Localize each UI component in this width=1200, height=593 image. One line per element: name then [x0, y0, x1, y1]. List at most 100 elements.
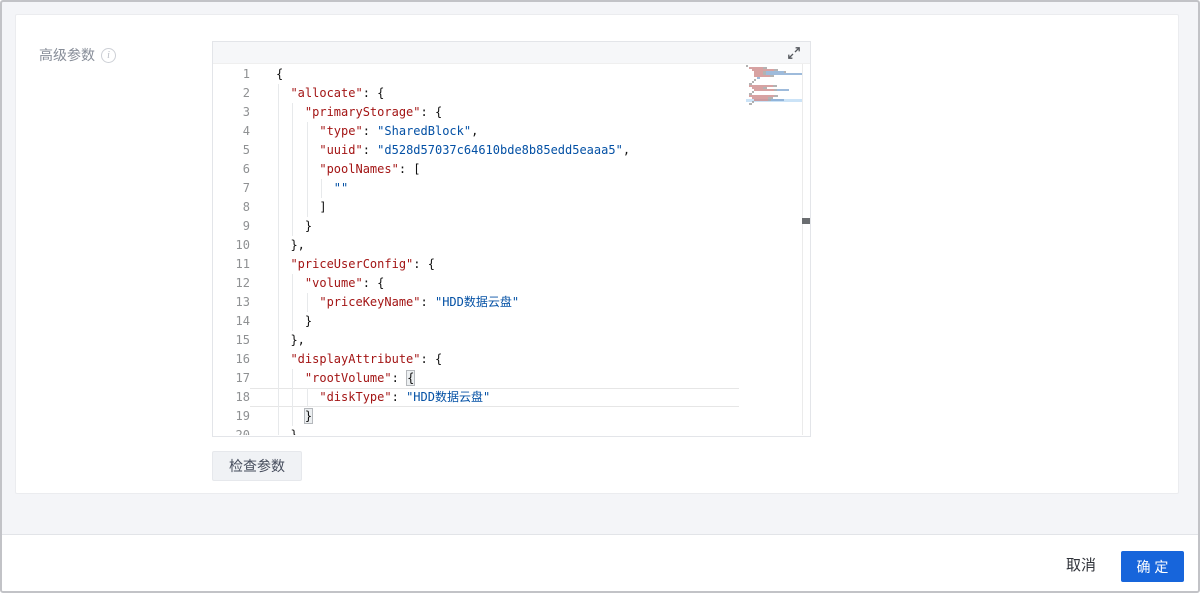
indent-guide: [292, 369, 293, 388]
overview-ruler-scrollbar[interactable]: [802, 64, 810, 435]
code-lines: { "allocate": { "primaryStorage": { "typ…: [276, 65, 739, 435]
token: "priceKeyName": [319, 295, 420, 309]
token: ,: [623, 143, 630, 157]
dialog-footer: 取消 确 定: [2, 535, 1198, 591]
code-line: "poolNames": [: [276, 160, 739, 179]
indent-guide: [292, 179, 293, 198]
indent-guide: [278, 369, 279, 388]
advanced-parameters-field: 高级参数 i: [39, 45, 116, 65]
token: "type": [319, 124, 362, 138]
dialog-content-panel: 高级参数 i 1234567891011121314151617181920 {: [15, 14, 1179, 494]
indent-guide: [278, 274, 279, 293]
indent-guide: [307, 141, 308, 160]
indent-guide: [278, 217, 279, 236]
token: {: [276, 67, 283, 81]
code-line: "priceKeyName": "HDD数据云盘": [276, 293, 739, 312]
token: "d528d57037c64610bde8b85edd5eaaa5": [377, 143, 623, 157]
indent-guide: [278, 160, 279, 179]
token: :: [392, 390, 406, 404]
code-line: "volume": {: [276, 274, 739, 293]
line-number: 5: [213, 141, 276, 160]
indent-guide: [278, 293, 279, 312]
indent-guide: [292, 122, 293, 141]
token: :: [363, 143, 377, 157]
code-line: }: [276, 407, 739, 426]
code-line: },: [276, 236, 739, 255]
cancel-button[interactable]: 取消: [1066, 554, 1096, 575]
indent-guide: [292, 274, 293, 293]
line-number: 14: [213, 312, 276, 331]
info-icon[interactable]: i: [101, 48, 116, 63]
line-number: 16: [213, 350, 276, 369]
token: "volume": [305, 276, 363, 290]
confirm-button[interactable]: 确 定: [1121, 551, 1184, 582]
check-parameters-button[interactable]: 检查参数: [212, 451, 302, 481]
indent-guide: [292, 407, 293, 426]
token: : [: [399, 162, 421, 176]
code-line: },: [276, 331, 739, 350]
code-line: }: [276, 217, 739, 236]
code-line: "type": "SharedBlock",: [276, 122, 739, 141]
indent-guide: [292, 388, 293, 407]
code-line: "": [276, 179, 739, 198]
token: : {: [363, 276, 385, 290]
line-number: 13: [213, 293, 276, 312]
indent-guide: [307, 179, 308, 198]
indent-guide: [278, 255, 279, 274]
code-line: },: [276, 426, 739, 435]
line-number: 8: [213, 198, 276, 217]
token: "primaryStorage": [305, 105, 421, 119]
token: "allocate": [290, 86, 362, 100]
code-line: "primaryStorage": {: [276, 103, 739, 122]
token: }: [305, 314, 312, 328]
line-number: 6: [213, 160, 276, 179]
line-number-gutter: 1234567891011121314151617181920: [213, 65, 276, 435]
line-number: 1: [213, 65, 276, 84]
indent-guide: [292, 312, 293, 331]
minimap[interactable]: [746, 65, 802, 105]
token: : {: [421, 105, 443, 119]
token: "poolNames": [319, 162, 398, 176]
token: },: [290, 428, 304, 435]
indent-guide: [278, 198, 279, 217]
token: "HDD数据云盘": [435, 295, 519, 309]
token: },: [290, 333, 304, 347]
json-code-editor[interactable]: 1234567891011121314151617181920 { "alloc…: [212, 41, 811, 437]
token: : {: [421, 352, 443, 366]
code-line: "rootVolume": {: [276, 369, 739, 388]
token: },: [290, 238, 304, 252]
code-line: "displayAttribute": {: [276, 350, 739, 369]
indent-guide: [307, 388, 308, 407]
line-number: 9: [213, 217, 276, 236]
line-number: 17: [213, 369, 276, 388]
expand-icon[interactable]: [787, 46, 801, 60]
line-number: 2: [213, 84, 276, 103]
code-line: "priceUserConfig": {: [276, 255, 739, 274]
token: :: [392, 371, 406, 385]
indent-guide: [292, 103, 293, 122]
scrollbar-cursor-mark: [802, 218, 810, 224]
line-number: 10: [213, 236, 276, 255]
token: "HDD数据云盘": [406, 390, 490, 404]
code-line: "uuid": "d528d57037c64610bde8b85edd5eaaa…: [276, 141, 739, 160]
indent-guide: [278, 350, 279, 369]
indent-guide: [278, 84, 279, 103]
line-number: 15: [213, 331, 276, 350]
indent-guide: [278, 122, 279, 141]
indent-guide: [278, 426, 279, 435]
indent-guide: [278, 141, 279, 160]
indent-guide: [292, 198, 293, 217]
editor-body[interactable]: 1234567891011121314151617181920 { "alloc…: [213, 64, 810, 435]
token: }: [305, 219, 312, 233]
code-line: "diskType": "HDD数据云盘": [276, 388, 739, 407]
code-line: {: [276, 65, 739, 84]
indent-guide: [292, 217, 293, 236]
indent-guide: [321, 179, 322, 198]
token: ]: [319, 200, 326, 214]
indent-guide: [278, 331, 279, 350]
line-number: 3: [213, 103, 276, 122]
token: ,: [471, 124, 478, 138]
line-number: 20: [213, 426, 276, 435]
matched-bracket: }: [305, 409, 312, 423]
line-number: 11: [213, 255, 276, 274]
